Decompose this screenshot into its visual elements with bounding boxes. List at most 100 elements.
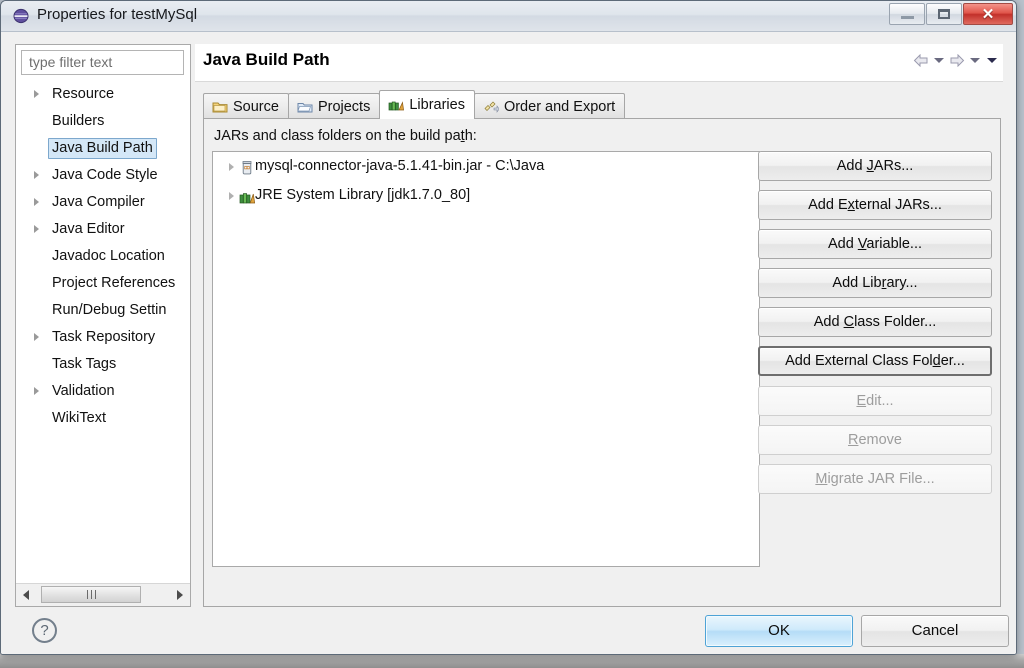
list-label-post: h:	[464, 128, 477, 144]
cancel-button[interactable]: Cancel	[861, 615, 1009, 647]
sidebar-item-java-compiler[interactable]: Java Compiler	[16, 189, 190, 216]
back-history-chevron-down-icon[interactable]	[931, 52, 946, 69]
jar-icon	[239, 158, 255, 175]
tab-source[interactable]: Source	[203, 93, 289, 119]
add-class-folder-button[interactable]: Add Class Folder...	[758, 307, 992, 337]
sidebar-item-wikitext[interactable]: WikiText	[16, 405, 190, 432]
jre-library-icon	[239, 187, 256, 204]
libraries-books-icon	[388, 98, 405, 112]
sidebar-item-label: Validation	[52, 383, 115, 399]
maximize-icon	[938, 9, 950, 19]
chevron-down-icon	[933, 58, 944, 63]
sidebar-item-java-build-path[interactable]: Java Build Path	[16, 135, 190, 162]
button-label-pre: Add Lib	[832, 275, 882, 291]
button-label-pre: Add External Class Fol	[785, 353, 933, 369]
tab-projects[interactable]: Projects	[287, 93, 381, 119]
maximize-button[interactable]	[926, 3, 962, 25]
forward-arrow-icon[interactable]	[948, 52, 965, 69]
page-panel: Java Build Path Source Projects Librarie…	[195, 44, 1003, 607]
sidebar-item-validation[interactable]: Validation	[16, 378, 190, 405]
settings-tree[interactable]: Resource Builders Java Build Path Java Code…	[16, 81, 190, 585]
libraries-tab-panel: JARs and class folders on the build path…	[203, 118, 1001, 607]
triangle-right-icon	[177, 589, 183, 600]
sidebar-item-label: Run/Debug Settin	[52, 302, 167, 318]
sidebar-item-run-debug-settin[interactable]: Run/Debug Settin	[16, 297, 190, 324]
libraries-list[interactable]: mysql-connector-java-5.1.41-bin.jar - C:…	[212, 151, 760, 567]
sidebar-item-label: Java Compiler	[52, 194, 145, 210]
sidebar-item-java-code-style[interactable]: Java Code Style	[16, 162, 190, 189]
add-library-button[interactable]: Add Library...	[758, 268, 992, 298]
sidebar-item-javadoc-location[interactable]: Javadoc Location	[16, 243, 190, 270]
minimize-button[interactable]	[889, 3, 925, 25]
view-menu-chevron-down-icon[interactable]	[984, 52, 999, 69]
help-icon[interactable]: ?	[32, 618, 57, 643]
scrollbar-thumb[interactable]	[41, 586, 141, 603]
tree-horizontal-scrollbar[interactable]	[16, 583, 190, 606]
scroll-right-button[interactable]	[170, 584, 190, 605]
library-list-item[interactable]: mysql-connector-java-5.1.41-bin.jar - C:…	[213, 152, 759, 181]
ok-button[interactable]: OK	[705, 615, 853, 647]
button-label-post: ARs...	[873, 158, 914, 174]
list-label: JARs and class folders on the build path…	[214, 128, 477, 144]
sidebar-item-task-tags[interactable]: Task Tags	[16, 351, 190, 378]
add-variable-button[interactable]: Add Variable...	[758, 229, 992, 259]
project-folder-icon	[297, 100, 313, 114]
sidebar-item-label: Task Repository	[52, 329, 156, 345]
button-label-post: dit...	[866, 393, 894, 409]
sidebar-item-label: Java Build Path	[48, 138, 157, 159]
chevron-down-icon	[986, 58, 997, 63]
tab-libraries[interactable]: Libraries	[379, 90, 475, 119]
add-external-jars-button[interactable]: Add External JARs...	[758, 190, 992, 220]
button-label-pre: Add	[836, 158, 867, 174]
sidebar-item-task-repository[interactable]: Task Repository	[16, 324, 190, 351]
sidebar-item-resource[interactable]: Resource	[16, 81, 190, 108]
page-header: Java Build Path	[195, 44, 1003, 82]
sidebar-item-label: WikiText	[52, 410, 106, 426]
button-label-mnemonic: C	[843, 314, 855, 330]
back-arrow-icon[interactable]	[912, 52, 929, 69]
sidebar-item-java-editor[interactable]: Java Editor	[16, 216, 190, 243]
add-external-class-folder-button[interactable]: Add External Class Folder...	[758, 346, 992, 376]
edit-button: Edit...	[758, 386, 992, 416]
grip-line	[94, 590, 96, 599]
eclipse-icon	[13, 8, 29, 24]
library-list-item-label: mysql-connector-java-5.1.41-bin.jar - C:…	[255, 158, 545, 174]
button-label-pre: Add E	[808, 197, 848, 213]
library-list-item[interactable]: JRE System Library [jdk1.7.0_80]	[213, 181, 759, 210]
tab-label: Projects	[317, 98, 371, 115]
page-title: Java Build Path	[203, 50, 330, 69]
expand-arrow-icon[interactable]	[34, 171, 39, 179]
dialog-body: type filter text Resource Builders Java Bu…	[1, 32, 1016, 654]
window-title: Properties for testMySql	[37, 6, 198, 23]
sidebar-item-builders[interactable]: Builders	[16, 108, 190, 135]
properties-dialog-window: Properties for testMySql ✕ type filter t…	[0, 0, 1017, 655]
expand-arrow-icon[interactable]	[34, 225, 39, 233]
expand-arrow-icon[interactable]	[34, 387, 39, 395]
expand-arrow-icon[interactable]	[34, 333, 39, 341]
sidebar-item-label: Task Tags	[52, 356, 117, 372]
grip-line	[86, 590, 88, 599]
button-label-mnemonic: x	[847, 197, 855, 213]
button-label-pre: Add	[827, 236, 858, 252]
expand-arrow-icon[interactable]	[34, 198, 39, 206]
button-label-post: igrate JAR File...	[827, 471, 935, 487]
background-taskbar-strip	[0, 654, 1024, 668]
scroll-left-button[interactable]	[16, 584, 36, 605]
sidebar-item-project-references[interactable]: Project References	[16, 270, 190, 297]
expand-arrow-icon[interactable]	[34, 90, 39, 98]
libraries-action-buttons: Add JARs... Add External JARs... Add Varia…	[758, 151, 992, 503]
add-jars-button[interactable]: Add JARs...	[758, 151, 992, 181]
forward-history-chevron-down-icon[interactable]	[967, 52, 982, 69]
expand-arrow-icon[interactable]	[229, 163, 234, 171]
order-export-icon	[483, 100, 500, 114]
close-button[interactable]: ✕	[963, 3, 1013, 25]
tab-order-and-export[interactable]: Order and Export	[473, 93, 626, 119]
expand-arrow-icon[interactable]	[229, 192, 234, 200]
source-folder-icon	[212, 100, 228, 114]
migrate-jar-file-button: Migrate JAR File...	[758, 464, 992, 494]
filter-input[interactable]: type filter text	[21, 50, 184, 75]
button-label-post: er...	[940, 353, 965, 369]
title-bar[interactable]: Properties for testMySql ✕	[1, 1, 1016, 32]
library-list-item-label: JRE System Library [jdk1.7.0_80]	[255, 187, 471, 203]
background-blurred-text	[60, 654, 65, 666]
